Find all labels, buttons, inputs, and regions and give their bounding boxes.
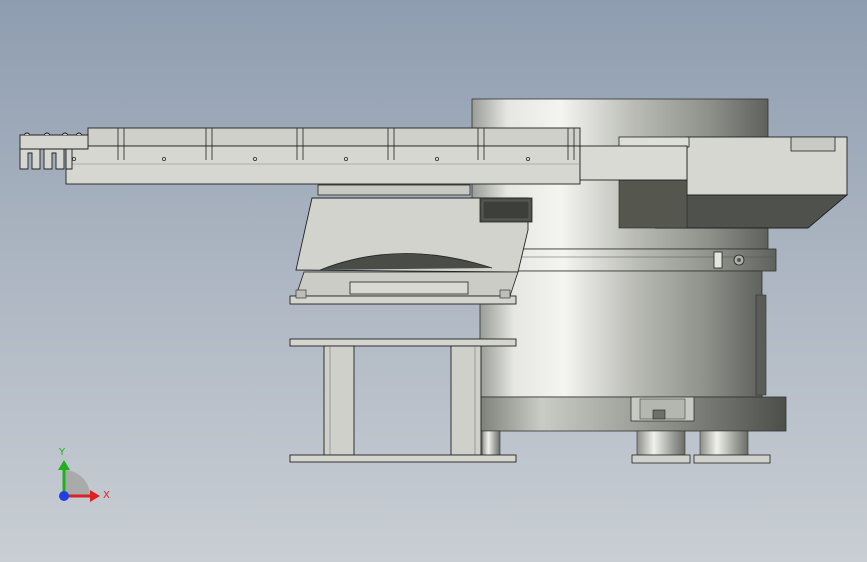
bowl-foot-2-pad [693,454,771,464]
coordinate-triad[interactable]: Y X [58,447,110,502]
vibrator-mount-top [317,184,471,196]
cad-scene[interactable]: Y X [0,0,867,562]
slot-bolt [652,409,666,420]
triad-rotation-arc-icon [64,470,90,496]
hopper-frame [618,136,690,148]
hopper-lid [790,136,836,152]
bowl-legs[interactable] [481,430,771,464]
track-body [65,145,581,185]
linear-vibrator[interactable] [289,184,533,305]
bowl-foot-2 [699,430,749,456]
track-extension [579,145,688,181]
stand-bottom-plate [289,454,517,463]
base-plate [289,295,517,305]
track-rail-top [87,127,581,147]
triad-x-label: X [103,490,110,501]
triad-y-label: Y [58,447,66,458]
bowl-base-dark-edge [755,294,767,396]
vibrator-plate-inner [482,200,530,220]
bowl-base-cylinder [479,270,763,398]
x-axis-arrow-icon [90,490,100,502]
bowl-foot-1-pad [631,454,691,464]
hopper-side-shadow [618,179,688,229]
y-axis-arrow-icon [58,460,70,470]
cad-viewport[interactable]: Y X [0,0,867,562]
vibrator-base-slot [349,281,469,295]
stand-leg-left [323,345,355,456]
stand-top-plate [289,338,517,347]
z-axis-dot-icon [59,491,69,501]
bowl-foot-1 [636,430,686,456]
bowl-leg-left [481,430,501,457]
stand-leg-right [450,345,482,456]
